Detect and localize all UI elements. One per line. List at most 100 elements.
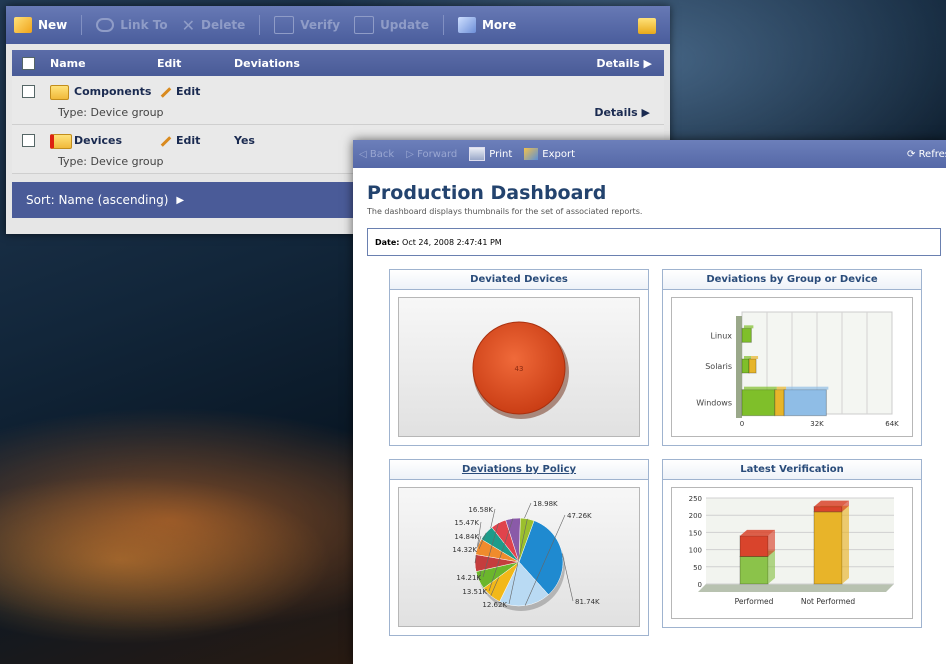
panel-deviations-by-group[interactable]: Deviations by Group or Device Linux Solar…: [662, 269, 922, 446]
column-edit: Edit: [157, 56, 182, 70]
details-link[interactable]: Details ▶: [594, 106, 650, 119]
column-name[interactable]: Name: [50, 57, 86, 70]
forward-arrow-icon: ▷: [406, 148, 414, 160]
y-tick-label: 150: [689, 529, 702, 537]
edit-link[interactable]: Edit: [160, 85, 200, 98]
slice-label: 14.84K: [454, 533, 479, 541]
new-icon: [14, 17, 32, 33]
panel-title: Latest Verification: [663, 460, 921, 480]
page-title: Production Dashboard: [367, 182, 607, 204]
bar-segment: [783, 389, 827, 417]
bar-segment-top: [744, 325, 754, 329]
chart-area: 81.74K 47.26K 18.98K 16.58K 15.47K 14.84K 14.3…: [398, 487, 640, 627]
slice-label: 14.32K: [452, 546, 477, 554]
print-button[interactable]: Print: [469, 147, 512, 161]
panel-deviated-devices[interactable]: Deviated Devices 43: [389, 269, 649, 446]
row-name[interactable]: Devices: [74, 134, 122, 147]
slice-label: 16.58K: [468, 506, 493, 514]
page-description: The dashboard displays thumbnails for th…: [367, 207, 643, 216]
y-tick-label: 50: [693, 564, 702, 572]
panel-deviations-by-policy[interactable]: Deviations by Policy 81.74K 47.26K 18.98K 1…: [389, 459, 649, 636]
slice-label: 12.62K: [482, 601, 507, 609]
floor: [698, 584, 894, 592]
panel-latest-verification[interactable]: Latest Verification 250 200 150 100 50 0 Perfo…: [662, 459, 922, 628]
folder-warning-icon: [50, 134, 72, 149]
x-tick-label: 0: [740, 420, 744, 428]
refresh-icon: ⟳: [906, 148, 916, 160]
update-icon: [354, 16, 375, 34]
policy-pie-chart: 81.74K 47.26K 18.98K 16.58K 15.47K 14.84K 14.3…: [452, 500, 600, 611]
bar-segment: [748, 358, 757, 374]
table-header: Name Edit Deviations Details ▶: [12, 50, 664, 76]
select-all-checkbox[interactable]: [22, 57, 35, 70]
back-arrow-icon: ◁: [359, 148, 367, 160]
folder-icon: [50, 85, 69, 100]
details-header-link[interactable]: Details ▶: [596, 57, 652, 70]
more-icon: [457, 17, 476, 33]
sort-down-icon[interactable]: [638, 18, 656, 34]
dashboard-window: ◁ Back ▷ Forward Print Export ⟳ Refres P…: [353, 140, 946, 664]
y-tick-label: 100: [689, 547, 702, 555]
new-button[interactable]: New: [14, 17, 67, 33]
category-label: Solaris: [705, 362, 732, 371]
date-value: Oct 24, 2008 2:47:41 PM: [402, 237, 502, 247]
row-checkbox[interactable]: [22, 134, 35, 147]
pie-label: 43: [515, 365, 524, 373]
chart-area: 43: [398, 297, 640, 437]
date-label: Date:: [375, 237, 400, 247]
verification-bar-chart: 250 200 150 100 50 0 Performed Not Performed: [689, 495, 894, 606]
update-button[interactable]: Update: [354, 16, 429, 34]
row-type: Type: Device group: [58, 155, 164, 168]
row-checkbox[interactable]: [22, 85, 35, 98]
forward-button[interactable]: ▷ Forward: [406, 149, 457, 160]
delete-button[interactable]: ✕ Delete: [182, 16, 246, 35]
slice-label: 14.21K: [456, 574, 481, 582]
toolbar-separator: [259, 15, 261, 35]
column-deviations[interactable]: Deviations: [234, 57, 300, 70]
toolbar-separator: [81, 15, 83, 35]
row-type: Type: Device group: [58, 106, 164, 119]
leader-line: [561, 553, 574, 602]
bar-segment-top: [744, 386, 777, 390]
chart-area: 250 200 150 100 50 0 Performed Not Performed: [671, 487, 913, 619]
link-to-button[interactable]: Link To: [96, 18, 168, 32]
link-icon: [96, 18, 115, 32]
deviated-devices-pie: 43: [472, 321, 569, 419]
export-button[interactable]: Export: [524, 148, 575, 160]
panel-title: Deviations by Group or Device: [663, 270, 921, 290]
row-deviations: Yes: [234, 134, 255, 147]
group-bar-chart: Linux Solaris Windows 0 32K 64K: [696, 311, 899, 428]
panel-title: Deviations by Policy: [390, 460, 648, 480]
slice-label: 13.51K: [462, 588, 487, 596]
back-button[interactable]: ◁ Back: [359, 149, 394, 160]
refresh-button[interactable]: ⟳ Refres: [907, 149, 946, 160]
bar-segment: [741, 358, 750, 374]
category-label: Performed: [735, 597, 774, 606]
toolbar-separator: [442, 15, 444, 35]
bar-segment: [813, 511, 843, 585]
bar-segment: [739, 555, 769, 585]
verify-icon: [274, 16, 295, 34]
y-tick-label: 250: [689, 495, 702, 503]
bar-segment-top: [751, 356, 759, 359]
x-tick-label: 64K: [885, 420, 899, 428]
date-bar: Date: Oct 24, 2008 2:47:41 PM: [367, 228, 941, 256]
table-row: Components Edit Type: Device group Detai…: [12, 76, 664, 125]
y-tick-label: 0: [698, 581, 702, 589]
bar-segment-top: [786, 386, 829, 390]
bar-segment: [774, 389, 785, 417]
pencil-icon: [160, 135, 172, 147]
row-name[interactable]: Components: [74, 85, 151, 98]
slice-label: 18.98K: [533, 500, 558, 508]
dashboard-toolbar: ◁ Back ▷ Forward Print Export ⟳ Refres: [353, 140, 946, 168]
verify-button[interactable]: Verify: [274, 16, 340, 34]
axis-wall: [736, 316, 742, 418]
delete-icon: ✕: [181, 15, 195, 35]
edit-link[interactable]: Edit: [160, 134, 200, 147]
chevron-right-icon: ▶: [176, 194, 185, 206]
bar-segment: [741, 389, 776, 417]
category-label: Windows: [696, 399, 732, 408]
more-button[interactable]: More: [457, 17, 516, 33]
plot-background: [706, 498, 894, 584]
bar-segment: [739, 535, 769, 557]
